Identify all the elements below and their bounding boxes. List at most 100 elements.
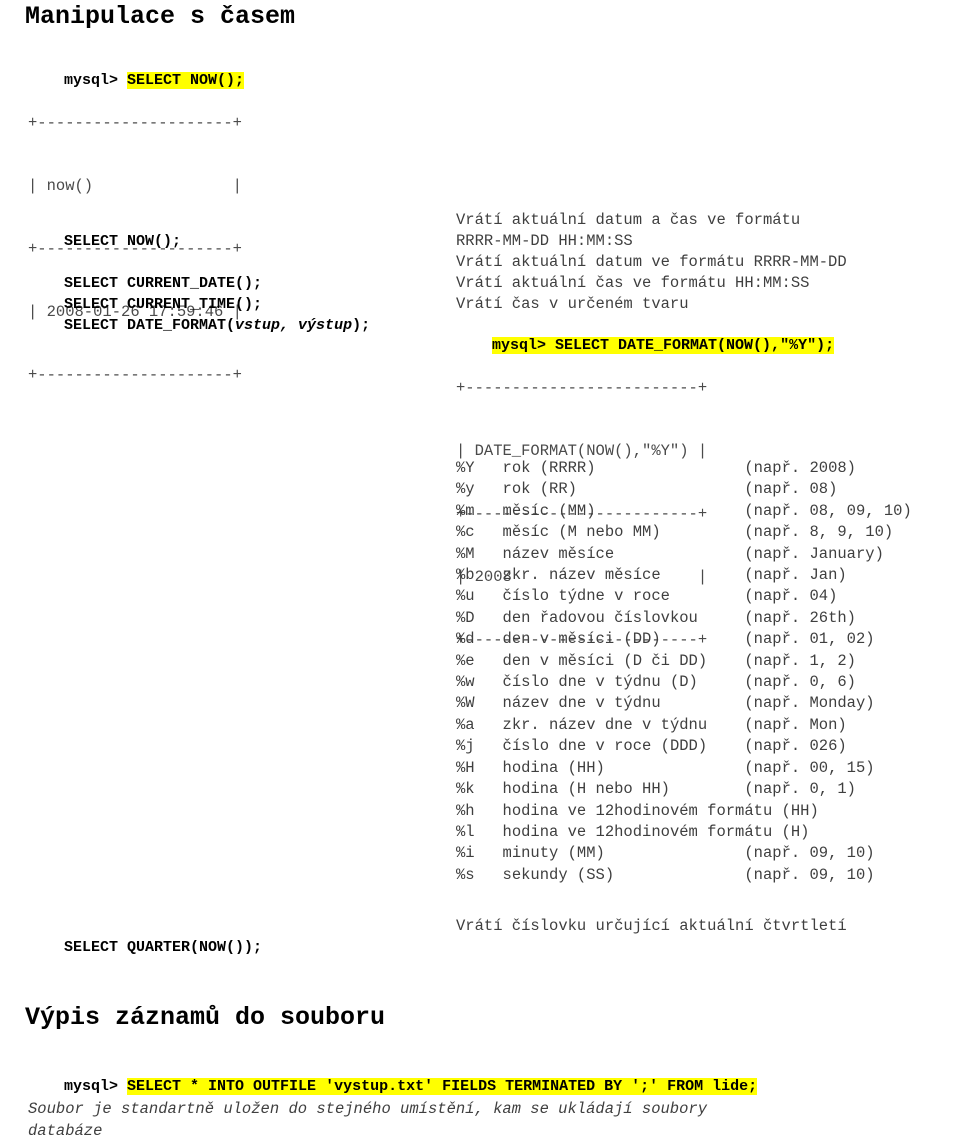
format-specifier-row: %y rok (RR) (např. 08)	[456, 479, 912, 500]
function-command-date-format-prefix: SELECT DATE_FORMAT(	[64, 317, 236, 334]
function-description-now: Vrátí aktuální datum a čas ve formátu RR…	[456, 211, 801, 250]
format-specifier-meaning: měsíc (MM)	[502, 501, 745, 520]
ascii-border-bottom: +---------------------+	[28, 366, 242, 384]
format-specifier-meaning: číslo týdne v roce	[502, 587, 745, 606]
ascii-border-top: +---------------------+	[28, 114, 242, 132]
format-specifier-row: %s sekundy (SS) (např. 09, 10)	[456, 865, 912, 886]
format-specifier-meaning: zkr. název dne v týdnu	[502, 715, 745, 734]
format-specifier-meaning: rok (RRRR)	[502, 459, 745, 477]
format-specifier-code: %d	[456, 630, 503, 649]
console-outfile-command: SELECT * INTO OUTFILE 'vystup.txt' FIELD…	[127, 1078, 758, 1095]
format-specifier-code: %D	[456, 608, 503, 627]
format-specifier-meaning: den v měsíci (D či DD)	[502, 651, 745, 670]
format-specifier-meaning: sekundy (SS)	[502, 865, 745, 884]
function-description-current-time: Vrátí aktuální čas ve formátu HH:MM:SS	[456, 274, 810, 292]
outfile-note: Soubor je standartně uložen do stejného …	[28, 1100, 708, 1140]
function-description-current-date: Vrátí aktuální datum ve formátu RRRR-MM-…	[456, 253, 847, 271]
format-specifier-code: %H	[456, 758, 503, 777]
format-specifier-example: (např. 026)	[744, 737, 847, 756]
format-specifier-meaning: rok (RR)	[502, 480, 745, 499]
format-specifier-code: %e	[456, 651, 503, 670]
format-specifier-example: (např. 2008)	[744, 459, 856, 477]
format-specifier-code: %y	[456, 480, 503, 499]
format-specifier-meaning: hodina ve 12hodinovém formátu (H)	[502, 822, 810, 841]
ascii-border-top: +-------------------------+	[456, 379, 708, 397]
page-root: Manipulace s časem mysql> SELECT NOW(); …	[0, 0, 960, 1142]
mysql-prompt: mysql>	[64, 1078, 128, 1095]
format-specifier-example: (např. 26th)	[744, 608, 856, 627]
function-command-date-format-suffix: );	[352, 317, 371, 334]
format-specifier-example: (např. 08)	[744, 480, 838, 499]
format-specifier-example: (např. 8, 9, 10)	[744, 523, 894, 542]
format-specifier-row: %W název dne v týdnu (např. Monday)	[456, 693, 912, 714]
format-specifier-code: %W	[456, 694, 503, 713]
format-specifier-row: %M název měsíce (např. January)	[456, 544, 912, 565]
format-specifier-code: %j	[456, 737, 503, 756]
function-command-quarter: SELECT QUARTER(NOW());	[28, 916, 262, 979]
format-specifier-row: %a zkr. název dne v týdnu (např. Mon)	[456, 715, 912, 736]
format-specifier-meaning: minuty (MM)	[502, 844, 745, 863]
format-specifier-meaning: název měsíce	[502, 544, 745, 563]
format-specifier-code: %c	[456, 523, 503, 542]
format-specifier-example: (např. 01, 02)	[744, 630, 875, 649]
format-specifier-row: %w číslo dne v týdnu (D) (např. 0, 6)	[456, 672, 912, 693]
format-specifier-code: %m	[456, 501, 503, 520]
format-specifier-code: %l	[456, 822, 503, 841]
format-specifier-meaning: hodina ve 12hodinovém formátu (HH)	[502, 801, 819, 820]
format-specifier-code: %s	[456, 865, 503, 884]
format-specifier-code: %M	[456, 544, 503, 563]
format-specifier-example: (např. 0, 1)	[744, 780, 856, 799]
page-title-time-manipulation: Manipulace s časem	[25, 2, 296, 31]
function-command-date-format: SELECT DATE_FORMAT(vstup, výstup);	[28, 294, 370, 357]
page-title-export-to-file: Výpis záznamů do souboru	[25, 1003, 386, 1032]
format-specifier-example: (např. Mon)	[744, 715, 847, 734]
format-specifier-row: %e den v měsíci (D či DD) (např. 1, 2)	[456, 651, 912, 672]
format-specifier-example: (např. January)	[744, 544, 884, 563]
format-specifier-meaning: hodina (HH)	[502, 758, 745, 777]
format-specifier-code: %k	[456, 780, 503, 799]
format-specifier-code: %i	[456, 844, 503, 863]
format-specifier-row: %c měsíc (M nebo MM) (např. 8, 9, 10)	[456, 522, 912, 543]
format-specifier-row: %H hodina (HH) (např. 00, 15)	[456, 758, 912, 779]
format-specifier-example: (např. Jan)	[744, 566, 847, 585]
function-command-date-format-params: vstup, výstup	[235, 317, 353, 334]
format-specifier-code: %b	[456, 566, 503, 585]
format-specifier-code: %u	[456, 587, 503, 606]
format-specifier-row: %i minuty (MM) (např. 09, 10)	[456, 843, 912, 864]
format-specifier-example: (např. 09, 10)	[744, 844, 875, 863]
format-specifier-code: %h	[456, 801, 503, 820]
format-specifier-example: (např. 1, 2)	[744, 651, 856, 670]
format-specifier-row: %l hodina ve 12hodinovém formátu (H)	[456, 822, 912, 843]
format-specifier-meaning: měsíc (M nebo MM)	[502, 523, 745, 542]
format-specifier-code: %w	[456, 673, 503, 692]
format-specifier-row: %u číslo týdne v roce (např. 04)	[456, 586, 912, 607]
format-specifier-row: %m měsíc (MM) (např. 08, 09, 10)	[456, 501, 912, 522]
format-specifier-row: %j číslo dne v roce (DDD) (např. 026)	[456, 736, 912, 757]
ascii-header-row: | now() |	[28, 177, 242, 195]
format-specifier-meaning: den v měsíci (DD)	[502, 630, 745, 649]
format-specifier-code: %a	[456, 715, 503, 734]
format-specifier-table: %Y rok (RRRR) (např. 2008) %y rok (RR) (n…	[456, 458, 912, 886]
format-specifier-example: (např. Monday)	[744, 694, 875, 713]
format-specifier-example: (např. 08, 09, 10)	[744, 501, 912, 520]
format-specifier-row: %k hodina (H nebo HH) (např. 0, 1)	[456, 779, 912, 800]
function-command-now-text: SELECT NOW();	[64, 233, 182, 250]
format-specifier-row: %b zkr. název měsíce (např. Jan)	[456, 565, 912, 586]
format-specifier-row: %h hodina ve 12hodinovém formátu (HH)	[456, 801, 912, 822]
format-specifier-example: (např. 04)	[744, 587, 838, 606]
function-command-quarter-text: SELECT QUARTER(NOW());	[64, 939, 263, 956]
format-specifier-example: (např. 00, 15)	[744, 758, 875, 777]
format-specifier-meaning: hodina (H nebo HH)	[502, 780, 745, 799]
function-description-quarter: Vrátí číslovku určující aktuální čtvrtle…	[456, 917, 847, 935]
format-specifier-meaning: název dne v týdnu	[502, 694, 745, 713]
format-specifier-example: (např. 0, 6)	[744, 673, 856, 692]
format-specifier-meaning: den řadovou číslovkou	[502, 608, 745, 627]
format-specifier-meaning: číslo dne v roce (DDD)	[502, 737, 745, 756]
format-specifier-meaning: zkr. název měsíce	[502, 566, 745, 585]
format-specifier-meaning: číslo dne v týdnu (D)	[502, 673, 745, 692]
format-specifier-row: %D den řadovou číslovkou (např. 26th)	[456, 608, 912, 629]
format-specifier-row: %d den v měsíci (DD) (např. 01, 02)	[456, 629, 912, 650]
format-specifier-row: %Y rok (RRRR) (např. 2008)	[456, 458, 912, 479]
function-description-date-format: Vrátí čas v určeném tvaru	[456, 295, 689, 313]
format-specifier-example: (např. 09, 10)	[744, 865, 875, 884]
